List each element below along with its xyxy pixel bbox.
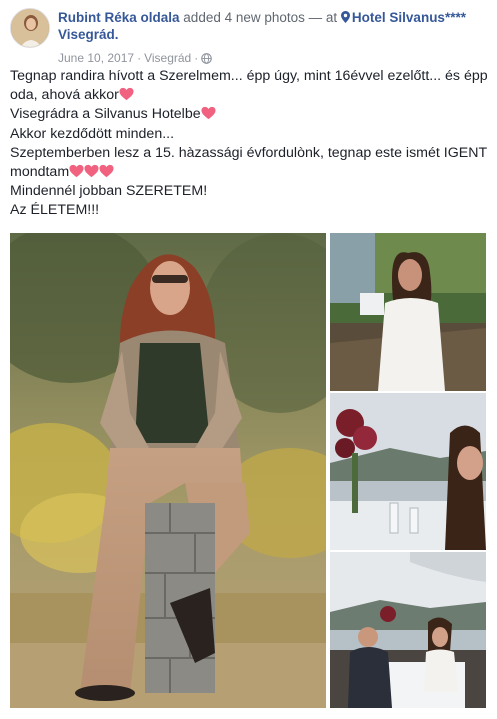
message-line: Akkor kezdődött minden...	[10, 125, 175, 142]
message-line: Szeptemberben lesz a 15. hàzassági évfor…	[10, 144, 488, 161]
post-action-text: added 4 new photos — at	[183, 10, 338, 25]
message-line: Az ÉLETEM!!!	[10, 202, 100, 219]
photo-woman-white-dress	[330, 233, 486, 391]
message-line: mondtam	[10, 164, 70, 181]
message-line: oda, ahová akkor	[10, 87, 119, 104]
photo-thumb-3[interactable]	[330, 552, 486, 708]
post-meta: June 10, 2017 · Visegrád ·	[58, 51, 213, 65]
meta-separator: ·	[137, 51, 142, 65]
message-line: Visegrádra a Silvanus Hotelbe	[10, 106, 201, 123]
heart-emoji-icon	[201, 107, 216, 120]
post-header: Rubint Réka oldala added 4 new photos — …	[10, 8, 490, 68]
post-message: Tegnap randira hívott a Szerelmem... épp…	[10, 67, 490, 221]
photo-woman-sitting-on-stone-post	[10, 233, 326, 708]
post-headline: Rubint Réka oldala added 4 new photos — …	[58, 9, 488, 43]
photo-table-flowers-lake	[330, 393, 486, 550]
message-line: Tegnap randira hívott a Szerelmem... épp…	[10, 68, 488, 84]
avatar-image	[11, 9, 49, 47]
author-avatar[interactable]	[10, 8, 50, 48]
photo-couple-dinner-terrace	[330, 552, 486, 708]
message-line-with-hearts: mondtam	[10, 163, 490, 182]
globe-icon[interactable]	[201, 52, 213, 64]
photo-thumb-1[interactable]	[330, 233, 486, 391]
message-line-with-heart: Visegrádra a Silvanus Hotelbe	[10, 105, 490, 124]
map-pin-icon	[340, 11, 350, 23]
message-line-with-heart: oda, ahová akkor	[10, 86, 490, 105]
heart-emoji-icon	[119, 88, 134, 101]
heart-emoji-icon	[69, 164, 84, 178]
post-location-link[interactable]: Visegrád	[144, 51, 191, 65]
photo-thumb-2[interactable]	[330, 393, 486, 550]
heart-emoji-icon	[84, 164, 99, 178]
message-line: Mindennél jobban SZERETEM!	[10, 183, 208, 200]
meta-separator: ·	[194, 51, 199, 65]
post-date-link[interactable]: June 10, 2017	[58, 51, 134, 65]
facebook-post: Rubint Réka oldala added 4 new photos — …	[0, 0, 497, 719]
heart-emoji-icon	[99, 164, 114, 178]
author-name-link[interactable]: Rubint Réka oldala	[58, 10, 180, 25]
photo-main[interactable]	[10, 233, 326, 708]
